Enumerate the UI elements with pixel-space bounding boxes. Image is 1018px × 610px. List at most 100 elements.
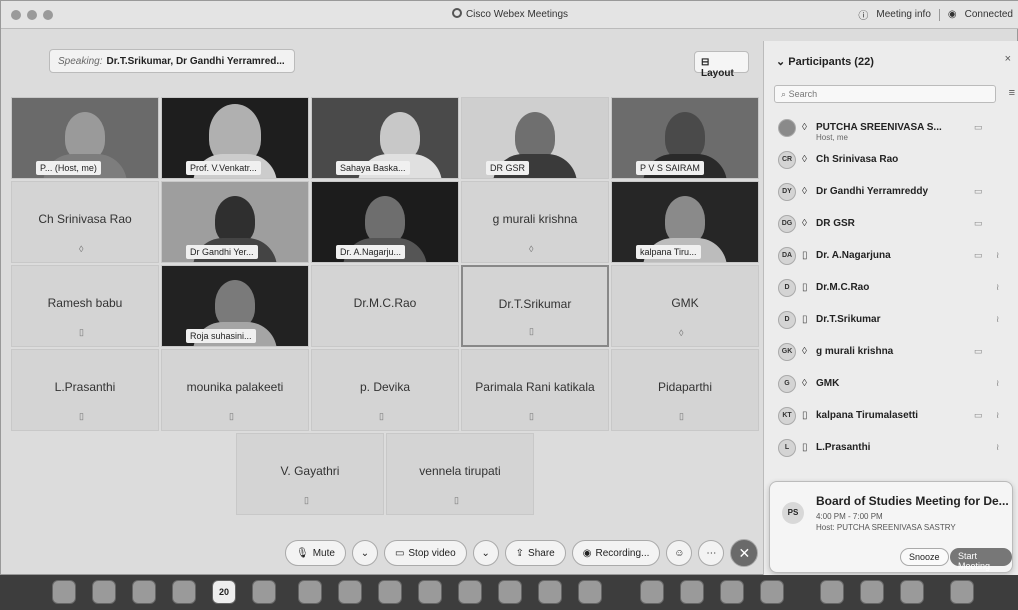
app-icon[interactable]	[578, 580, 602, 604]
finder-icon[interactable]	[52, 580, 76, 604]
reactions-emoji-icon[interactable]: ☺	[666, 540, 693, 566]
avatar: GK	[778, 343, 796, 361]
recording-button[interactable]: ◉ Recording...	[571, 540, 661, 566]
folder-icon[interactable]	[900, 580, 924, 604]
sort-list-icon[interactable]: ≡	[1009, 87, 1015, 99]
launchpad-icon[interactable]	[92, 580, 116, 604]
zoom-icon[interactable]	[640, 580, 664, 604]
app-icon[interactable]	[760, 580, 784, 604]
participant-tile[interactable]: Parimala Rani katikala ▯	[461, 349, 609, 431]
mute-options-chevron-down-icon[interactable]: ⌄	[351, 540, 378, 566]
video-tile[interactable]: Dr Gandhi Yer...	[161, 181, 309, 263]
participant-name: GMK	[816, 378, 840, 389]
participant-row[interactable]: KT ▯ kalpana Tirumalasetti ▭ ≀	[772, 401, 1012, 431]
participant-video	[665, 196, 705, 244]
tile-name: Parimala Rani katikala	[475, 380, 595, 394]
powerpoint-icon[interactable]	[338, 580, 362, 604]
speaking-indicator-icon: ≀	[996, 378, 1000, 388]
meeting-controls: 🎙 Mute ⌄ ▭ Stop video ⌄ ⇪ Share ◉ Recording.…	[285, 539, 759, 567]
notes-icon[interactable]	[252, 580, 276, 604]
speaking-indicator-icon: ≀	[996, 410, 1000, 420]
participant-row[interactable]: CR ◊ Ch Srinivasa Rao	[772, 145, 1012, 175]
folder-icon[interactable]	[860, 580, 884, 604]
folder-icon[interactable]	[820, 580, 844, 604]
video-tile[interactable]: kalpana Tiru...	[611, 181, 759, 263]
participant-row[interactable]: GK ◊ g murali krishna ▭	[772, 337, 1012, 367]
participants-panel-title: ⌄ Participants (22)	[776, 56, 874, 68]
video-tile[interactable]: P V S SAIRAM	[611, 97, 759, 179]
participant-tile[interactable]: vennela tirupati ▯	[386, 433, 534, 515]
layout-button[interactable]: ⊟ Layout	[694, 51, 749, 79]
calendar-icon[interactable]: 20	[212, 580, 236, 604]
active-speaker-tile[interactable]: Dr.T.Srikumar ▯	[461, 265, 609, 347]
close-panel-icon[interactable]: ×	[1005, 53, 1011, 65]
participant-tile[interactable]: Pidaparthi ▯	[611, 349, 759, 431]
participant-tile[interactable]: L.Prasanthi ▯	[11, 349, 159, 431]
start-meeting-button[interactable]: Start Meeting	[950, 548, 1012, 571]
participant-tile[interactable]: V. Gayathri ▯	[236, 433, 384, 515]
participant-row[interactable]: D ▯ Dr.T.Srikumar ≀	[772, 305, 1012, 335]
divider	[938, 8, 940, 21]
word-icon[interactable]	[378, 580, 402, 604]
participant-row[interactable]: DA ▯ Dr. A.Nagarjuna ▭ ≀	[772, 241, 1012, 271]
tile-name-tag: Dr. A.Nagarju...	[336, 245, 406, 259]
settings-gear-icon[interactable]	[298, 580, 322, 604]
excel-icon[interactable]	[498, 580, 522, 604]
video-tile[interactable]: Dr. A.Nagarju...	[311, 181, 459, 263]
collapse-chevron-icon[interactable]: ⌄	[776, 56, 785, 68]
mic-muted-icon: ▯	[679, 411, 684, 421]
video-off-icon: ▭	[974, 122, 983, 132]
meeting-info-button[interactable]: Meeting info	[876, 9, 930, 20]
participant-tile[interactable]: Ch Srinivasa Rao ◊	[11, 181, 159, 263]
participant-tile[interactable]: mounika palakeeti ▯	[161, 349, 309, 431]
app-icon[interactable]	[720, 580, 744, 604]
mic-muted-icon: ◊	[802, 154, 807, 165]
video-options-chevron-down-icon[interactable]: ⌄	[472, 540, 499, 566]
participant-tile[interactable]: p. Devika ▯	[311, 349, 459, 431]
participant-tile[interactable]: GMK ◊	[611, 265, 759, 347]
mute-button[interactable]: 🎙 Mute	[285, 540, 346, 566]
participant-row[interactable]: G ◊ GMK ≀	[772, 369, 1012, 399]
photos-icon[interactable]	[172, 580, 196, 604]
tile-name: GMK	[671, 296, 699, 310]
video-tile[interactable]: DR GSR	[461, 97, 609, 179]
participant-row[interactable]: ◊ PUTCHA SREENIVASA S... Host, me ▭	[772, 113, 1012, 143]
participant-row[interactable]: L ▯ L.Prasanthi ≀	[772, 433, 1012, 463]
safari-icon[interactable]	[132, 580, 156, 604]
tile-name: Dr.T.Srikumar	[498, 297, 572, 311]
participant-tile[interactable]: g murali krishna ◊	[461, 181, 609, 263]
app-icon[interactable]	[538, 580, 562, 604]
mic-muted-icon: ▯	[529, 411, 534, 421]
video-tile[interactable]: P... (Host, me)	[11, 97, 159, 179]
participant-tile[interactable]: Dr.M.C.Rao	[311, 265, 459, 347]
video-icon: ▭	[974, 410, 983, 420]
participant-name: kalpana Tirumalasetti	[816, 410, 919, 421]
stop-video-button[interactable]: ▭ Stop video	[383, 540, 467, 566]
participant-name: DR GSR	[816, 218, 855, 229]
mic-muted-icon: ▯	[229, 411, 234, 421]
reminder-host: Host: PUTCHA SREENIVASA SASTRY	[816, 523, 956, 532]
share-icon: ⇪	[515, 547, 525, 559]
end-call-close-icon[interactable]: ✕	[730, 539, 759, 567]
video-tile[interactable]: Sahaya Baska...	[311, 97, 459, 179]
connection-status[interactable]: Connected	[965, 9, 1013, 20]
more-options-icon[interactable]: ⋯	[698, 540, 725, 566]
participant-row[interactable]: D ▯ Dr.M.C.Rao ≀	[772, 273, 1012, 303]
trash-icon[interactable]	[950, 580, 974, 604]
video-icon: ▭	[974, 218, 983, 228]
avatar: DY	[778, 183, 796, 201]
video-tile[interactable]: Prof. V.Venkatr...	[161, 97, 309, 179]
webex-icon[interactable]	[458, 580, 482, 604]
snooze-button[interactable]: Snooze	[900, 548, 949, 566]
participant-row[interactable]: DG ◊ DR GSR ▭	[772, 209, 1012, 239]
video-tile[interactable]: Roja suhasini...	[161, 265, 309, 347]
participant-tile[interactable]: Ramesh babu ▯	[11, 265, 159, 347]
title-right-group: ⓘ Meeting info ◉ Connected	[858, 7, 1013, 22]
chrome-icon[interactable]	[418, 580, 442, 604]
mic-muted-icon: ◊	[529, 244, 534, 254]
participant-name: Dr. A.Nagarjuna	[816, 250, 891, 261]
participant-search-input[interactable]: ⌕ Search	[774, 85, 996, 103]
participant-row[interactable]: DY ◊ Dr Gandhi Yerramreddy ▭	[772, 177, 1012, 207]
share-button[interactable]: ⇪ Share	[504, 540, 566, 566]
acrobat-icon[interactable]	[680, 580, 704, 604]
